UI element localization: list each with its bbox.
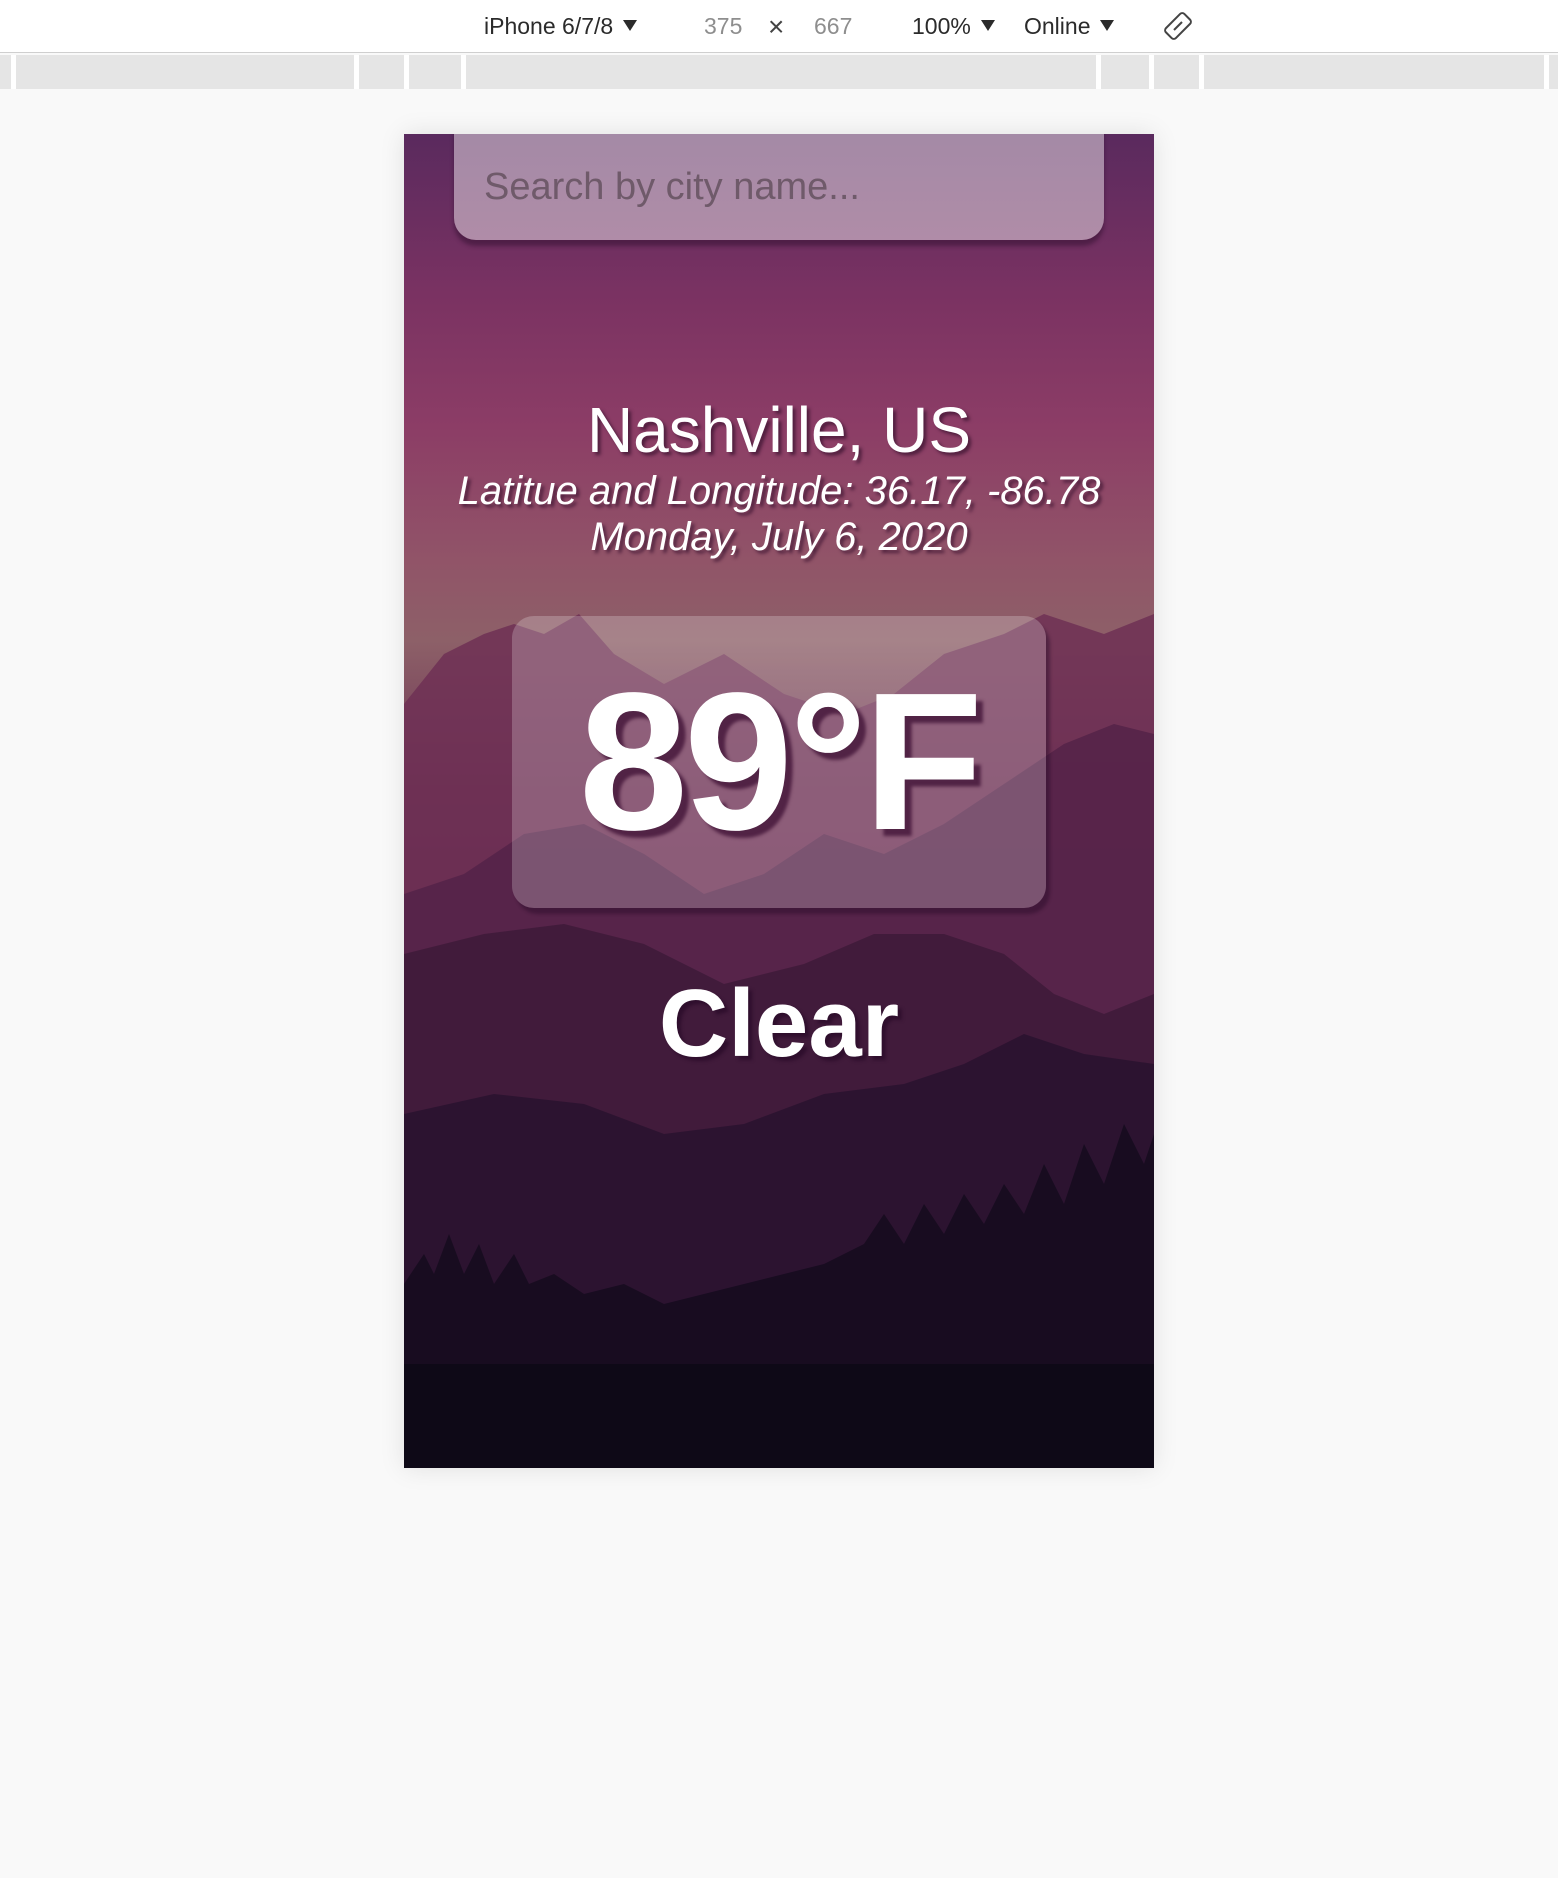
media-query-segment[interactable] <box>0 55 11 89</box>
network-select-label: Online <box>1024 13 1091 39</box>
device-toolbar: iPhone 6/7/8 375 × 667 100% Online <box>0 0 1558 53</box>
dimension-separator: × <box>768 11 785 42</box>
media-query-segment[interactable] <box>359 55 404 89</box>
location-block: Nashville, US Latitue and Longitude: 36.… <box>404 392 1154 560</box>
device-select-label: iPhone 6/7/8 <box>484 13 614 39</box>
media-query-segment[interactable] <box>16 55 354 89</box>
temperature-card: 89°F <box>512 616 1046 908</box>
network-select[interactable]: Online <box>1024 10 1115 42</box>
coordinates-text: Latitue and Longitude: 36.17, -86.78 <box>457 469 1101 513</box>
zoom-select[interactable]: 100% <box>912 10 995 42</box>
media-query-segment[interactable] <box>1549 55 1558 89</box>
chevron-down-icon <box>1100 20 1115 31</box>
date-text: Monday, July 6, 2020 <box>590 515 968 559</box>
media-query-segment[interactable] <box>466 55 1096 89</box>
media-query-segment[interactable] <box>1154 55 1199 89</box>
temperature-value: 89°F <box>578 652 983 871</box>
weather-condition: Clear <box>658 970 900 1077</box>
media-query-segment[interactable] <box>409 55 461 89</box>
media-query-segment[interactable] <box>1101 55 1149 89</box>
chevron-down-icon <box>623 20 638 31</box>
device-select[interactable]: iPhone 6/7/8 <box>484 10 638 42</box>
media-query-segment[interactable] <box>1204 55 1544 89</box>
width-input[interactable]: 375 <box>704 10 742 42</box>
height-input[interactable]: 667 <box>814 10 852 42</box>
city-search-input[interactable] <box>454 134 1104 240</box>
media-query-bar <box>0 55 1558 89</box>
phone-viewport: Nashville, US Latitue and Longitude: 36.… <box>404 134 1154 1468</box>
chevron-down-icon <box>980 20 995 31</box>
rotate-icon[interactable] <box>1163 11 1193 41</box>
city-name: Nashville, US <box>586 394 972 466</box>
zoom-select-label: 100% <box>912 13 971 39</box>
